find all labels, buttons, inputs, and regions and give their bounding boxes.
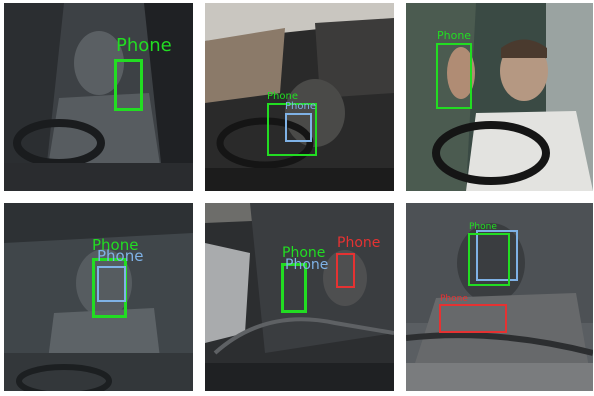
panel-5-label-blue: Phone	[285, 257, 329, 273]
panel-1-driver-phone: Phone	[4, 3, 193, 191]
panel-6-box-green	[468, 233, 510, 286]
panel-3-box-green	[436, 43, 472, 109]
panel-6-box-red	[439, 304, 507, 333]
panel-4-box-blue	[97, 266, 126, 302]
panel-3-label-green: Phone	[437, 29, 472, 42]
panel-2-box-blue	[285, 113, 312, 142]
panel-5-label-red: Phone	[337, 235, 381, 251]
panel-1-label-green: Phone	[116, 35, 172, 56]
detection-grid: Phone Phone Phone Phone Phone Phone Phon…	[0, 0, 594, 396]
panel-5-box-red	[336, 253, 355, 288]
panel-6-driver-phone: Phone Phone	[406, 203, 593, 391]
panel-4-label-blue: Phone	[97, 247, 144, 265]
panel-4-driver-phone: Phone Phone	[4, 203, 193, 391]
panel-2-scene	[205, 3, 394, 191]
panel-6-label-green: Phone	[469, 222, 497, 232]
panel-3-scene	[406, 3, 593, 191]
panel-3-driver-phone: Phone	[406, 3, 593, 191]
panel-1-scene	[4, 3, 193, 191]
panel-2-label-blue: Phone	[285, 101, 316, 112]
panel-6-label-red: Phone	[440, 294, 468, 304]
panel-5-driver-phone: Phone Phone Phone	[205, 203, 394, 391]
panel-2-driver-phone: Phone Phone	[205, 3, 394, 191]
panel-1-box-green	[114, 59, 143, 111]
